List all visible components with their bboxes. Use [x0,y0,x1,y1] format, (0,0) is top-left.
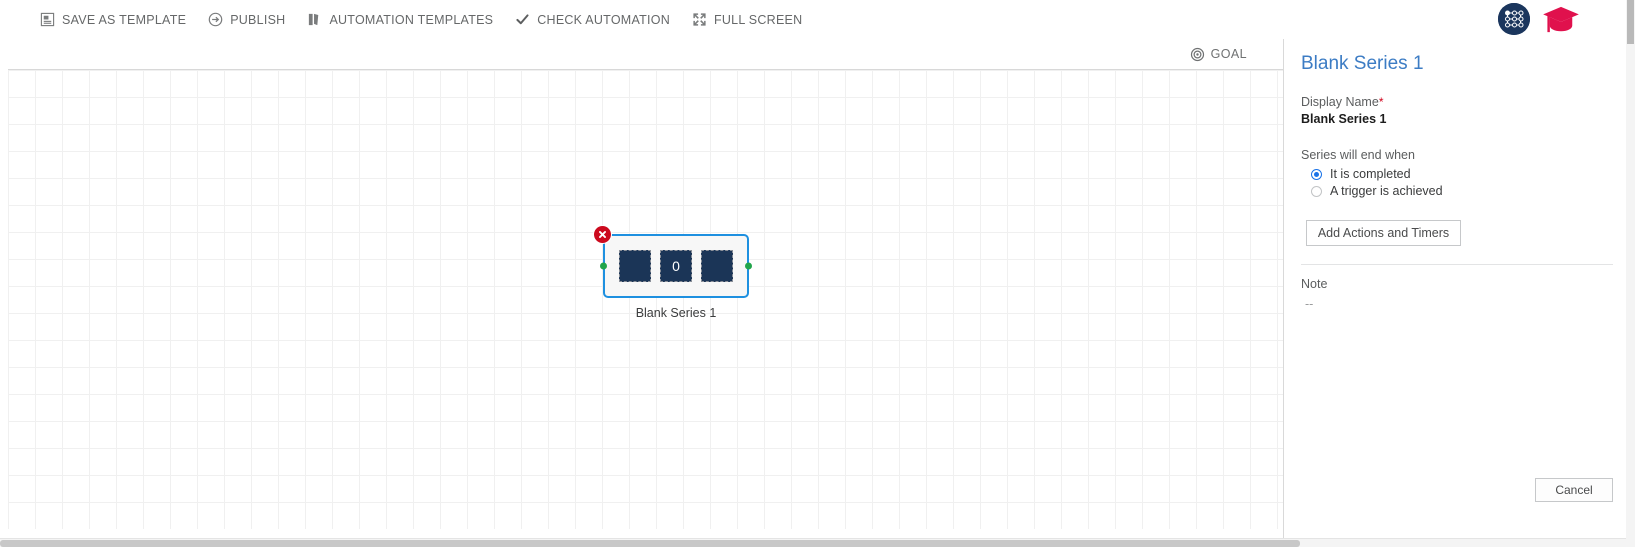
goal-label: GOAL [1210,47,1247,61]
node-body[interactable]: 0 [603,234,749,298]
radio-label-completed: It is completed [1330,167,1411,181]
horizontal-scrollbar-thumb[interactable] [0,540,1300,547]
radio-icon-completed[interactable] [1311,168,1322,180]
flow-nodes-icon[interactable] [1498,3,1530,35]
graduation-cap-icon[interactable] [1542,4,1580,34]
note-label: Note [1301,277,1328,291]
automation-templates-button[interactable]: AUTOMATION TEMPLATES [307,12,493,27]
save-as-template-button[interactable]: SAVE AS TEMPLATE [40,12,186,27]
publish-arrow-icon [208,12,223,27]
full-screen-button[interactable]: FULL SCREEN [692,12,802,27]
node-block-1[interactable] [619,250,651,282]
node-block-3[interactable] [701,250,733,282]
top-toolbar: SAVE AS TEMPLATE PUBLISH AUTOMATION TEMP… [0,0,1635,39]
automation-templates-label: AUTOMATION TEMPLATES [329,12,494,27]
save-as-template-icon [40,12,55,27]
close-circle-icon[interactable] [594,226,611,243]
node-label: Blank Series 1 [635,306,717,320]
add-actions-and-timers-button[interactable]: Add Actions and Timers [1306,220,1461,246]
vertical-scrollbar[interactable] [1626,0,1635,539]
check-automation-label: CHECK AUTOMATION [537,12,670,27]
vertical-scrollbar-thumb[interactable] [1627,0,1634,44]
radio-option-completed[interactable]: It is completed [1311,167,1613,181]
panel-title: Blank Series 1 [1301,53,1424,74]
full-screen-label: FULL SCREEN [713,12,803,27]
horizontal-scrollbar[interactable] [0,538,1635,547]
grid-canvas[interactable]: 0 Blank Series 1 [8,69,1283,529]
display-name-label: Display Name* [1301,95,1613,109]
cancel-button[interactable]: Cancel [1535,478,1613,502]
node-block-2[interactable]: 0 [660,250,692,282]
note-value: -- [1305,297,1314,311]
publish-label: PUBLISH [230,12,286,27]
automation-builder-screen: SAVE AS TEMPLATE PUBLISH AUTOMATION TEMP… [0,0,1635,547]
display-name-label-text: Display Name [1301,95,1379,109]
save-as-template-label: SAVE AS TEMPLATE [62,12,187,27]
goal-bar: GOAL [0,39,1283,69]
panel-divider [1301,264,1613,265]
series-node[interactable]: 0 Blank Series 1 [594,226,752,320]
series-properties-panel: Blank Series 1 Display Name* Blank Serie… [1283,39,1635,539]
publish-button[interactable]: PUBLISH [208,12,285,27]
toolbar-right-icons [1498,3,1580,35]
target-icon [1190,47,1205,62]
display-name-value: Blank Series 1 [1301,112,1387,126]
radio-label-trigger: A trigger is achieved [1330,184,1443,198]
required-marker: * [1378,95,1384,109]
connection-port-left[interactable] [600,262,607,270]
connection-port-right[interactable] [745,262,752,270]
radio-option-trigger[interactable]: A trigger is achieved [1311,184,1613,198]
flow-canvas-area: GOAL 0 Blank Series 1 [0,39,1283,539]
check-automation-button[interactable]: CHECK AUTOMATION [515,12,670,27]
full-screen-icon [692,12,707,27]
check-automation-icon [515,12,530,27]
automation-templates-icon [307,12,322,27]
goal-marker[interactable]: GOAL [1190,47,1247,62]
end-when-label: Series will end when [1301,148,1415,162]
radio-icon-trigger[interactable] [1311,185,1322,197]
